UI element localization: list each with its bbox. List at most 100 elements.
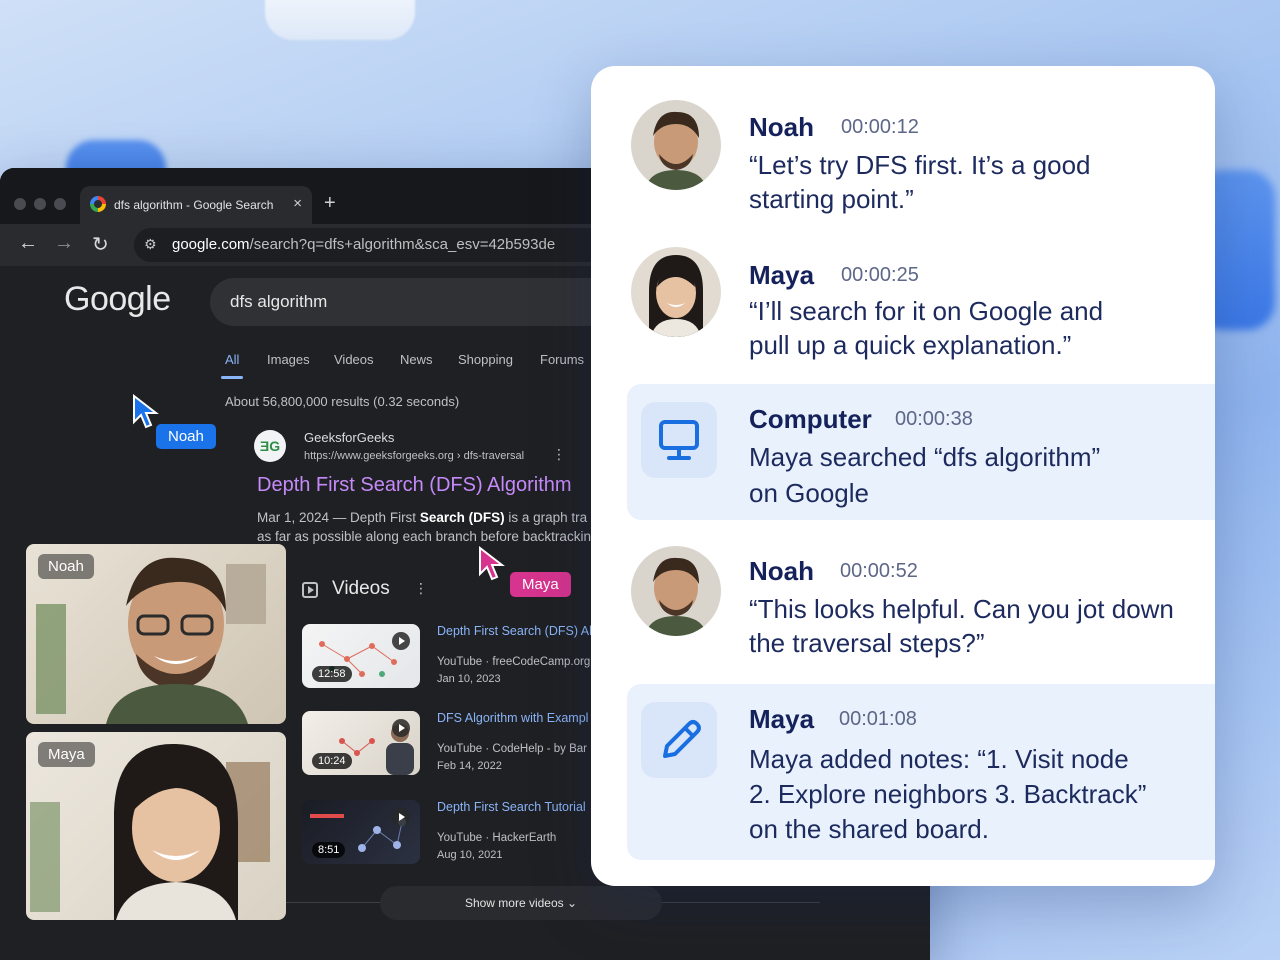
pencil-icon-glyph [663, 720, 701, 758]
tab-title: dfs algorithm - Google Search [114, 198, 274, 212]
avatar [631, 247, 721, 337]
timestamp: 00:00:25 [841, 264, 919, 286]
message-line: pull up a quick explanation.” [749, 330, 1072, 360]
activity-transcript-panel: Noah 00:00:12 “Let’s try DFS first. It’s… [591, 66, 1215, 886]
tab-close-icon[interactable]: × [293, 195, 302, 212]
geeksforgeeks-icon: ƎG [254, 430, 286, 462]
play-icon [392, 632, 410, 650]
message-line: “I’ll search for it on Google and [749, 296, 1104, 326]
video-source: YouTube · freeCodeCamp.org [437, 656, 591, 668]
video-date: Aug 10, 2021 [437, 849, 503, 861]
noah-avatar-art [645, 557, 707, 636]
url-path: /search?q=dfs+algorithm&sca_esv=42b593de [249, 236, 556, 253]
maya-cursor-label: Maya [510, 572, 571, 597]
search-query: dfs algorithm [230, 292, 328, 311]
message-line: on the shared board. [749, 814, 989, 844]
transcript-entry: Noah 00:00:12 “Let’s try DFS first. It’s… [591, 66, 1215, 232]
play-icon [392, 808, 410, 826]
cursor-arrow-icon [479, 546, 505, 581]
message-line: the traversal steps?” [749, 628, 985, 658]
monitor-icon-glyph [659, 420, 699, 460]
video-thumbnail[interactable]: 8:51 [302, 800, 420, 864]
window-close-dot[interactable] [14, 198, 26, 210]
videos-more-icon[interactable]: ⋮ [414, 580, 428, 597]
participant-name: Maya [38, 742, 95, 767]
avatar [631, 100, 721, 190]
message-line: “Let’s try DFS first. It’s a good [749, 150, 1091, 180]
site-settings-icon[interactable]: ⚙ [144, 236, 157, 253]
video-duration: 12:58 [312, 666, 352, 682]
message-line: “This looks helpful. Can you jot down [749, 594, 1174, 624]
snippet-line-2: as far as possible along each branch bef… [257, 529, 591, 544]
result-title-link[interactable]: Depth First Search (DFS) Algorithm [257, 474, 572, 497]
video-title[interactable]: DFS Algorithm with Exampl [437, 711, 588, 725]
tab-images[interactable]: Images [267, 352, 310, 367]
tab-forums[interactable]: Forums [540, 352, 584, 367]
site-url[interactable]: https://www.geeksforgeeks.org › dfs-trav… [304, 450, 524, 462]
pencil-icon [641, 702, 717, 778]
site-name[interactable]: GeeksforGeeks [304, 430, 394, 445]
noah-avatar-art [645, 111, 707, 190]
video-source: YouTube · HackerEarth [437, 832, 557, 844]
transcript-entry-system: Computer 00:00:38 Maya searched “dfs alg… [627, 384, 1215, 520]
snippet-highlight: Search (DFS) [419, 510, 505, 525]
timestamp: 00:00:52 [840, 560, 918, 582]
tab-videos[interactable]: Videos [334, 352, 374, 367]
message-line: Maya searched “dfs algorithm” [749, 442, 1101, 472]
participant-video-noah[interactable]: Noah [26, 544, 286, 724]
speaker-name: Noah [749, 556, 814, 586]
window-minimize-dot[interactable] [34, 198, 46, 210]
video-title[interactable]: Depth First Search (DFS) Al [437, 624, 592, 638]
video-thumbnail[interactable]: 12:58 [302, 624, 420, 688]
window-maximize-dot[interactable] [54, 198, 66, 210]
message-line: starting point.” [749, 184, 914, 214]
video-section-icon [302, 582, 318, 598]
result-stats: About 56,800,000 results (0.32 seconds) [225, 394, 460, 409]
video-duration: 8:51 [312, 842, 346, 858]
url-host: google.com [172, 236, 250, 253]
timestamp: 00:01:08 [839, 708, 917, 730]
tab-shopping[interactable]: Shopping [458, 352, 513, 367]
speaker-name: Maya [749, 704, 815, 734]
message-line: 2. Explore neighbors 3. Backtrack” [749, 779, 1147, 809]
video-duration: 10:24 [312, 753, 352, 769]
monitor-icon [641, 402, 717, 478]
noah-cursor-label: Noah [156, 424, 216, 449]
back-button[interactable]: ← [18, 232, 38, 255]
message-line: Maya added notes: “1. Visit node [749, 744, 1129, 774]
show-more-videos-button[interactable]: Show more videos ⌄ [380, 886, 662, 920]
speaker-name: Noah [749, 112, 814, 142]
video-date: Jan 10, 2023 [437, 673, 501, 685]
google-favicon-icon [90, 196, 106, 212]
snippet-text: is a graph tra [504, 510, 588, 525]
participant-name: Noah [38, 554, 94, 579]
reload-button[interactable]: ↻ [92, 232, 109, 257]
background-shape [265, 0, 415, 40]
videos-heading: Videos [332, 578, 390, 599]
tab-news[interactable]: News [400, 352, 433, 367]
snippet-date: Mar 1, 2024 — Depth First [257, 510, 420, 525]
video-title[interactable]: Depth First Search Tutorial [437, 800, 586, 814]
maya-avatar-art [649, 255, 703, 337]
url-text: google.com/search?q=dfs+algorithm&sca_es… [172, 236, 555, 253]
play-icon [392, 719, 410, 737]
google-logo[interactable]: Google [64, 280, 171, 319]
result-snippet: Mar 1, 2024 — Depth First Search (DFS) i… [257, 508, 597, 546]
participant-video-maya[interactable]: Maya [26, 732, 286, 920]
transcript-entry: Maya 00:00:25 “I’ll search for it on Goo… [591, 232, 1215, 382]
message-line: on Google [749, 478, 869, 508]
forward-button[interactable]: → [54, 232, 74, 255]
video-thumbnail[interactable]: 10:24 [302, 711, 420, 775]
transcript-entry: Noah 00:00:52 “This looks helpful. Can y… [591, 532, 1215, 682]
tab-all[interactable]: All [220, 352, 245, 379]
browser-tab[interactable]: dfs algorithm - Google Search × [80, 186, 312, 224]
speaker-name: Computer [749, 404, 872, 434]
video-date: Feb 14, 2022 [437, 760, 502, 772]
transcript-entry-system: Maya 00:01:08 Maya added notes: “1. Visi… [627, 684, 1215, 860]
timestamp: 00:00:38 [895, 408, 973, 430]
video-source: YouTube · CodeHelp - by Bar [437, 743, 588, 755]
new-tab-button[interactable]: + [324, 192, 336, 215]
more-options-icon[interactable]: ⋮ [552, 446, 566, 463]
speaker-name: Maya [749, 260, 815, 290]
avatar [631, 546, 721, 636]
